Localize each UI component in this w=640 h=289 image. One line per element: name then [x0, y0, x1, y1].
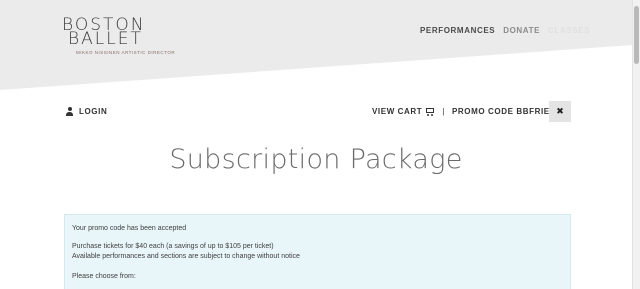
promo-notice-text: Available performances and sections are … [72, 253, 300, 260]
cart-separator: | [442, 107, 445, 116]
boston-ballet-logo[interactable]: BOSTON BALLET MIKKO NISSINEN ARTISTIC DI… [62, 17, 175, 57]
promo-message-box: Your promo code has been accepted Purcha… [64, 214, 571, 289]
scrollbar-thumb[interactable] [634, 6, 639, 64]
user-icon [66, 107, 73, 116]
page-scrollbar[interactable] [632, 0, 640, 289]
remove-promo-button[interactable]: ✖ [549, 101, 571, 122]
view-cart-link[interactable]: VIEW CART [372, 107, 435, 116]
promo-accepted-text: Your promo code has been accepted [72, 225, 187, 232]
nav-classes[interactable]: CLASSES [548, 26, 590, 35]
page-title: Subscription Package [169, 144, 463, 175]
nav-donate[interactable]: DONATE [503, 26, 540, 35]
main-nav: PERFORMANCES DONATE CLASSES [420, 26, 590, 35]
promo-choose-text: Please choose from: [72, 273, 136, 280]
cart-icon [425, 108, 435, 116]
nav-performances[interactable]: PERFORMANCES [420, 26, 495, 35]
cart-promo-bar: VIEW CART | PROMO CODE BBFRIENDS [372, 107, 568, 116]
close-icon: ✖ [556, 106, 564, 116]
login-label: LOGIN [79, 107, 108, 116]
promo-offer-text: Purchase tickets for $40 each (a savings… [72, 243, 274, 250]
logo-tagline: MIKKO NISSINEN ARTISTIC DIRECTOR [76, 50, 176, 55]
login-link[interactable]: LOGIN [66, 107, 107, 116]
view-cart-label: VIEW CART [372, 107, 423, 116]
logo-line-2: BALLET [68, 29, 143, 49]
